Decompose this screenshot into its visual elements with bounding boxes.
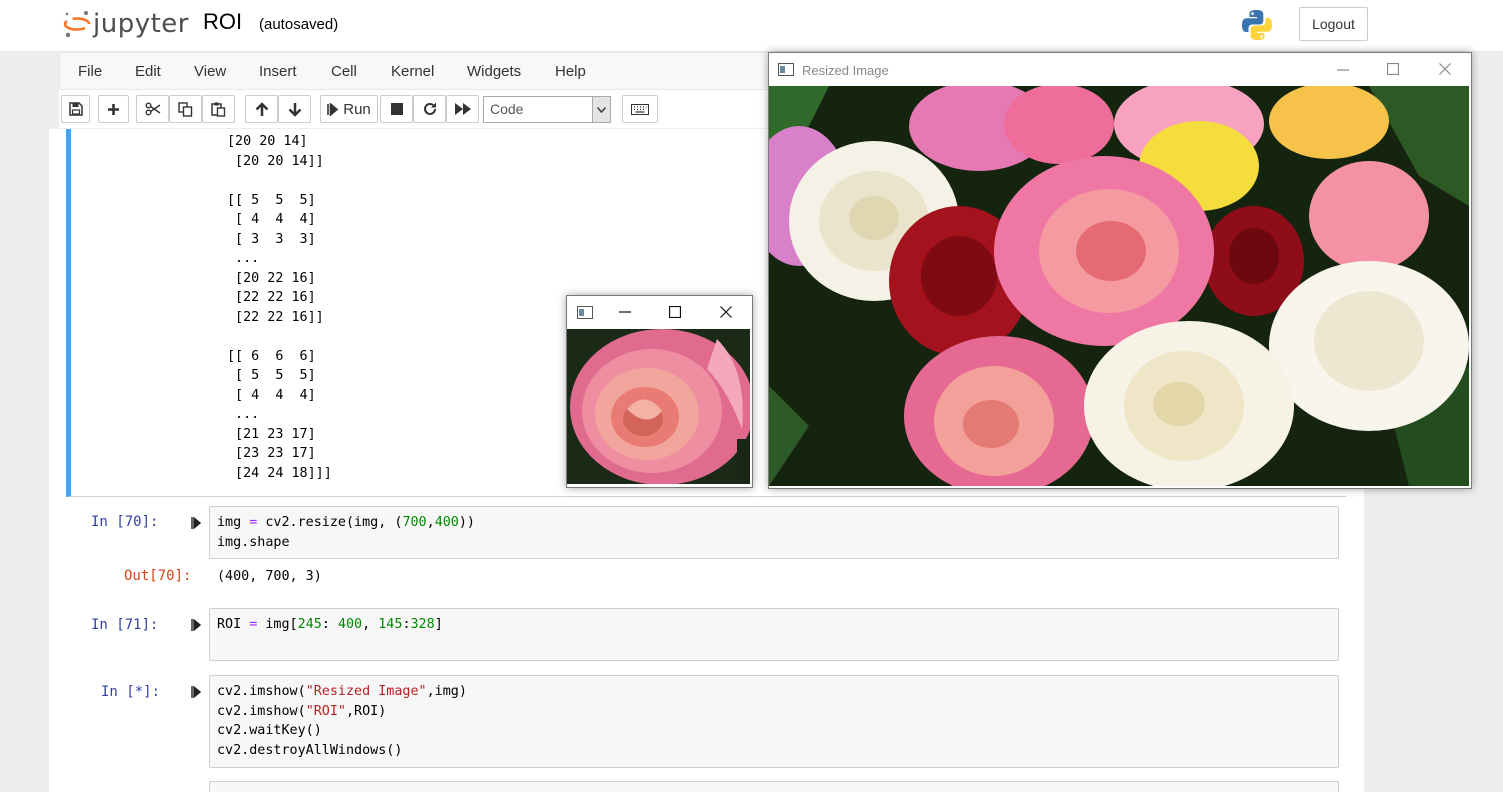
resized-image-window[interactable]: Resized Image [768, 52, 1472, 489]
move-up-button[interactable] [245, 95, 278, 123]
stop-icon [390, 103, 403, 115]
menu-widgets[interactable]: Widgets [467, 63, 521, 80]
code-cell-70[interactable]: img = cv2.resize(img, (700,400)) img.sha… [209, 506, 1339, 559]
step-forward-icon [327, 102, 339, 116]
menu-edit[interactable]: Edit [135, 63, 161, 80]
python-logo-icon [1242, 10, 1272, 40]
output-prompt: Out[70]: [124, 568, 192, 584]
input-prompt: In [*]: [101, 684, 161, 700]
close-icon[interactable] [720, 306, 732, 318]
run-cell-icon[interactable] [191, 619, 201, 631]
window-app-icon [577, 306, 593, 319]
roses-image [769, 86, 1469, 486]
cell-type-select[interactable]: Code [483, 96, 611, 123]
input-prompt: In [70]: [91, 514, 159, 530]
code-cell-71[interactable]: ROI = img[245: 400, 145:328] [209, 608, 1339, 661]
command-palette-button[interactable] [622, 95, 658, 123]
arrow-down-icon [288, 102, 301, 117]
copy-button[interactable] [169, 95, 202, 123]
shape-output: (400, 700, 3) [217, 569, 322, 584]
code-line: ROI = img[245: 400, 145:328] [217, 617, 443, 632]
save-icon [68, 102, 83, 116]
menu-help[interactable]: Help [555, 63, 586, 80]
logout-button[interactable]: Logout [1299, 7, 1368, 41]
jupyter-logo-icon [63, 11, 91, 38]
notebook-header: jupyter ROI (autosaved) Logout [0, 0, 1503, 52]
menu-kernel[interactable]: Kernel [391, 63, 434, 80]
arrow-up-icon [255, 101, 268, 116]
refresh-icon [423, 102, 436, 115]
restart-kernel-button[interactable] [413, 95, 446, 123]
menu-insert[interactable]: Insert [259, 63, 297, 80]
empty-code-cell[interactable] [209, 781, 1339, 792]
minimize-icon[interactable] [1337, 64, 1349, 76]
maximize-icon[interactable] [669, 306, 681, 318]
code-line: cv2.imshow("Resized Image",img) [217, 684, 467, 699]
copy-icon [178, 101, 193, 117]
insert-cell-button[interactable] [98, 95, 129, 123]
keyboard-icon [631, 103, 649, 115]
fast-forward-icon [454, 103, 471, 115]
autosave-status: (autosaved) [259, 16, 339, 33]
paste-icon [211, 102, 226, 117]
code-line: img.shape [217, 534, 290, 550]
menu-file[interactable]: File [78, 63, 102, 80]
resized-window-title: Resized Image [802, 63, 889, 78]
maximize-icon[interactable] [1387, 63, 1399, 75]
menu-cell[interactable]: Cell [331, 63, 357, 80]
run-cell-icon[interactable] [191, 517, 201, 529]
jupyter-wordmark: jupyter [93, 9, 189, 39]
run-cell-icon[interactable] [191, 686, 201, 698]
cut-button[interactable] [136, 95, 169, 123]
restart-run-all-button[interactable] [446, 95, 479, 123]
run-button[interactable]: Run [320, 95, 378, 123]
roi-image [567, 329, 750, 484]
code-line: cv2.waitKey() [217, 723, 322, 738]
cell-type-value: Code [490, 101, 524, 117]
array-output: [20 20 14] [20 20 14]] [[ 5 5 5] [ 4 4 4… [227, 134, 332, 481]
roi-window[interactable] [566, 295, 753, 488]
chevron-down-icon [592, 97, 610, 122]
interrupt-kernel-button[interactable] [380, 95, 413, 123]
paste-button[interactable] [202, 95, 235, 123]
save-button[interactable] [61, 95, 90, 123]
scissors-icon [145, 102, 160, 116]
window-app-icon [778, 63, 794, 76]
code-cell-running[interactable]: cv2.imshow("Resized Image",img) cv2.imsh… [209, 675, 1339, 768]
code-line: cv2.imshow("ROI",ROI) [217, 703, 387, 719]
notebook-name[interactable]: ROI [203, 9, 242, 35]
code-line: cv2.destroyAllWindows() [217, 742, 403, 758]
input-prompt: In [71]: [91, 617, 159, 633]
jupyter-logo[interactable]: jupyter [62, 7, 189, 41]
move-down-button[interactable] [278, 95, 311, 123]
code-line: img = cv2.resize(img, (700,400)) [217, 515, 475, 530]
plus-icon [108, 103, 119, 115]
close-icon[interactable] [1439, 63, 1451, 75]
menu-view[interactable]: View [194, 63, 226, 80]
minimize-icon[interactable] [619, 306, 631, 318]
run-button-label: Run [343, 100, 371, 118]
